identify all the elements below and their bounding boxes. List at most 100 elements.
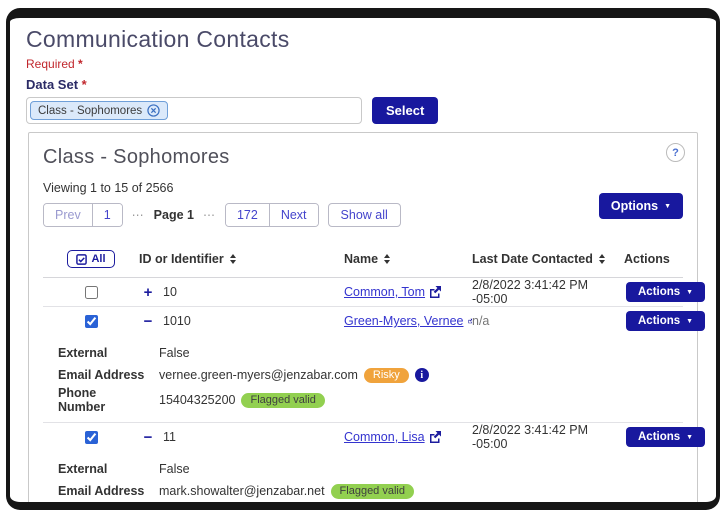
window-frame: Communication Contacts Required * Data S…: [6, 8, 720, 510]
chevron-down-icon: ▼: [664, 202, 671, 210]
dataset-input-row: Class - Sophomores Select: [26, 97, 700, 124]
name-cell: Green-Myers, Vernee: [344, 314, 472, 328]
header-last-contacted[interactable]: Last Date Contacted: [472, 252, 624, 266]
contacts-table: All ID or Identifier Name Last Date Cont…: [43, 245, 706, 510]
required-asterisk: *: [78, 57, 83, 71]
row-checkbox[interactable]: [85, 285, 98, 299]
required-label: Required: [26, 57, 75, 71]
contact-name-link[interactable]: Common, Tom: [344, 285, 425, 299]
status-badge: Flagged valid: [330, 483, 414, 499]
dataset-tag: Class - Sophomores: [30, 101, 169, 120]
last-contacted-cell: n/a: [472, 314, 490, 328]
email-value: vernee.green-myers@jenzabar.com: [159, 368, 358, 382]
detail-label: External: [58, 462, 108, 476]
id-cell: − 11: [139, 429, 344, 446]
options-button-label: Options: [610, 199, 659, 213]
last-contacted-cell: 2/8/2022 3:41:42 PM -05:00: [472, 423, 589, 451]
detail-value: 15404325200 Flagged valid: [159, 392, 325, 408]
row-checkbox[interactable]: [85, 314, 98, 328]
row-actions-button[interactable]: Actions ▼: [626, 427, 706, 447]
detail-row-email: Email Address vernee.green-myers@jenzaba…: [58, 364, 683, 386]
results-panel: ? Class - Sophomores Viewing 1 to 15 of …: [28, 132, 706, 510]
pagination-ellipsis-left: ⋯: [131, 208, 145, 222]
table-row: − 11 Common, Lisa 2/8/2022 3:41:42 PM -0…: [43, 423, 706, 451]
viewing-status: Viewing 1 to 15 of 2566: [43, 181, 174, 195]
current-page-label: Page 1: [153, 208, 194, 222]
detail-row-external: External False: [58, 342, 683, 364]
detail-label: Email Address: [58, 368, 145, 382]
pagination-next-group: 172 Next: [224, 203, 319, 227]
detail-row-phone: Phone Number n/a: [58, 502, 683, 510]
pagination: Prev 1 ⋯ Page 1 ⋯ 172 Next Show all: [43, 203, 683, 227]
dataset-label-text: Data Set: [26, 77, 79, 92]
status-badge: Risky: [363, 367, 409, 383]
row-id: 10: [163, 285, 177, 299]
contact-name-link[interactable]: Common, Lisa: [344, 430, 425, 444]
email-value: mark.showalter@jenzabar.net: [159, 484, 325, 498]
actions-cell: Actions ▼: [624, 427, 706, 447]
detail-row-phone: Phone Number 15404325200 Flagged valid: [58, 386, 683, 414]
table-header-row: All ID or Identifier Name Last Date Cont…: [43, 245, 683, 278]
row-actions-button[interactable]: Actions ▼: [626, 282, 706, 302]
dataset-asterisk: *: [81, 77, 87, 92]
show-all-button[interactable]: Show all: [327, 203, 401, 227]
header-name[interactable]: Name: [344, 252, 472, 266]
remove-tag-icon[interactable]: [147, 104, 160, 117]
id-cell: + 10: [139, 284, 344, 301]
collapse-icon[interactable]: −: [142, 313, 154, 330]
last-contacted-cell: 2/8/2022 3:41:42 PM -05:00: [472, 278, 589, 306]
row-checkbox[interactable]: [85, 430, 98, 444]
options-button[interactable]: Options ▼: [598, 193, 683, 219]
pagination-prev-group: Prev 1: [43, 203, 123, 227]
name-cell: Common, Lisa: [344, 430, 472, 444]
table-row: + 10 Common, Tom 2/8/2022 3:41:42 PM -05…: [43, 278, 706, 307]
row-actions-button[interactable]: Actions ▼: [626, 311, 706, 331]
expand-icon[interactable]: +: [142, 284, 154, 301]
required-note: Required *: [26, 57, 700, 71]
chevron-down-icon: ▼: [686, 433, 694, 441]
page-title: Communication Contacts: [26, 26, 290, 52]
check-all-icon: [76, 253, 88, 265]
last-page-button[interactable]: 172: [225, 204, 269, 226]
pagination-ellipsis-right: ⋯: [202, 208, 216, 222]
prev-button[interactable]: Prev: [44, 204, 92, 226]
sort-icon: [598, 254, 605, 264]
sort-icon: [229, 254, 236, 264]
actions-cell: Actions ▼: [624, 311, 706, 331]
dataset-tag-label: Class - Sophomores: [38, 104, 143, 117]
external-link-icon: [430, 286, 442, 298]
next-button[interactable]: Next: [268, 204, 318, 226]
header-id[interactable]: ID or Identifier: [139, 252, 344, 266]
row-details: External False Email Address mark.showal…: [43, 451, 683, 510]
detail-value: mark.showalter@jenzabar.net Flagged vali…: [159, 483, 414, 499]
sort-icon: [384, 254, 391, 264]
phone-value: 15404325200: [159, 393, 236, 407]
row-details: External False Email Address vernee.gree…: [43, 335, 683, 423]
detail-row-external: External False: [58, 458, 683, 480]
detail-label: External: [58, 346, 108, 360]
status-badge: Flagged valid: [241, 392, 325, 408]
actions-cell: Actions ▼: [624, 282, 706, 302]
dataset-input[interactable]: Class - Sophomores: [26, 97, 362, 124]
page-1-button[interactable]: 1: [91, 204, 122, 226]
detail-row-email: Email Address mark.showalter@jenzabar.ne…: [58, 480, 683, 502]
contact-name-link[interactable]: Green-Myers, Vernee: [344, 314, 464, 328]
id-cell: − 1010: [139, 313, 344, 330]
header-actions: Actions: [624, 252, 670, 266]
select-button[interactable]: Select: [372, 97, 439, 124]
panel-heading: Class - Sophomores: [43, 146, 230, 168]
name-cell: Common, Tom: [344, 285, 472, 299]
chevron-down-icon: ▼: [686, 317, 694, 325]
row-id: 11: [163, 430, 176, 444]
detail-label: Email Address: [58, 484, 145, 498]
detail-value: vernee.green-myers@jenzabar.com Risky i: [159, 367, 429, 383]
info-icon[interactable]: i: [414, 368, 429, 382]
detail-value: False: [159, 346, 190, 360]
collapse-icon[interactable]: −: [142, 429, 154, 446]
row-id: 1010: [163, 314, 191, 328]
chevron-down-icon: ▼: [686, 288, 694, 296]
select-all-button[interactable]: All: [67, 250, 115, 268]
external-link-icon: [429, 431, 441, 443]
select-all-label: All: [91, 253, 106, 265]
help-icon[interactable]: ?: [666, 143, 685, 162]
